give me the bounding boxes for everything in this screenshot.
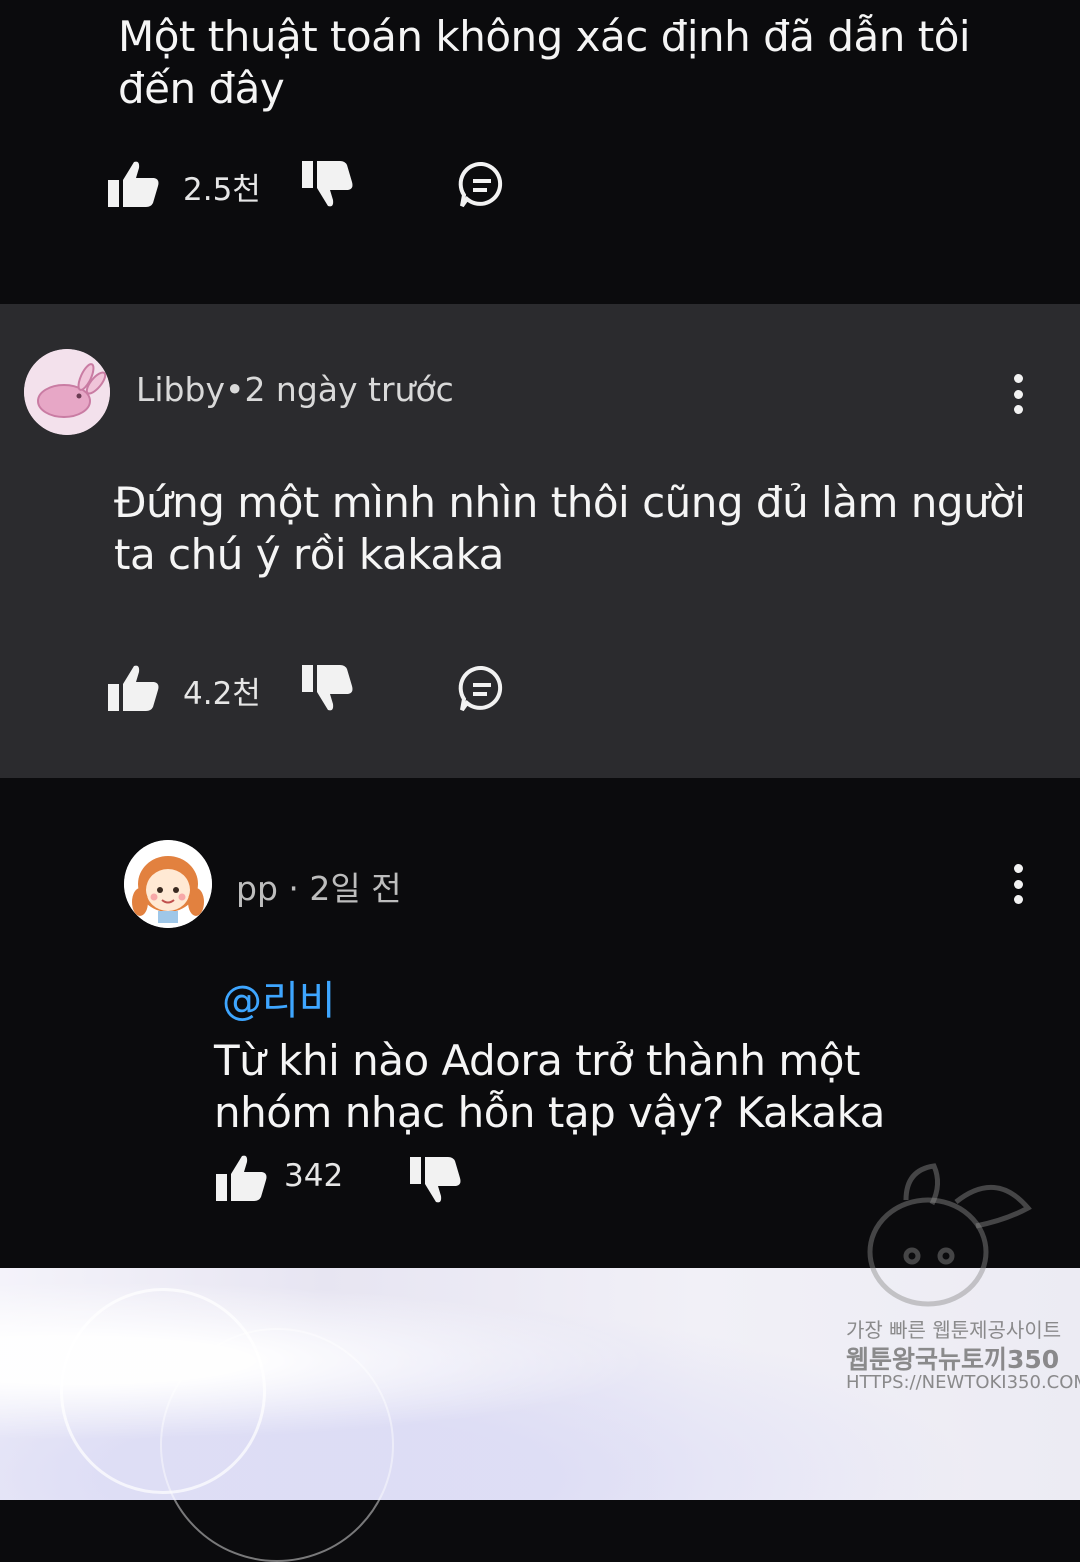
dislike-button[interactable] [410,1156,462,1208]
like-button[interactable] [216,1154,268,1206]
comment-2-text-line-1: Đứng một mình nhìn thôi cũng đủ làm ngườ… [114,478,1026,527]
comment-1: Một thuật toán không xác định đã dẫn tôi… [0,0,1080,304]
like-count: 2.5천 [183,172,261,208]
girl-avatar-icon [124,840,212,928]
like-button[interactable] [108,160,160,212]
like-count: 4.2천 [183,676,261,712]
dislike-button[interactable] [302,160,354,212]
comment-3-text-line-1: Từ khi nào Adora trở thành một [214,1036,860,1085]
thumbs-down-icon [302,665,353,711]
thumbs-up-icon [108,665,159,711]
thumbs-down-icon [410,1157,461,1203]
comment-icon [458,665,503,712]
like-button[interactable] [108,664,160,716]
comment-2-text-line-2: ta chú ý rồi kakaka [114,530,504,579]
comment-3-text-line-2: nhóm nhạc hỗn tạp vậy? Kakaka [214,1088,885,1137]
mention-link[interactable]: @리비 [222,968,336,1026]
avatar[interactable] [124,840,212,928]
reply-button[interactable] [457,664,507,718]
like-count: 342 [284,1158,344,1194]
bunny-avatar-icon [24,349,110,435]
avatar[interactable] [24,349,110,435]
thumbs-up-icon [108,161,159,207]
comment-1-text-line-1: Một thuật toán không xác định đã dẫn tôi [118,12,971,61]
thumbs-down-icon [302,161,353,207]
thumbs-up-icon [216,1155,267,1201]
watermark: 가장 빠른 웹툰제공사이트 웹툰왕국뉴토끼350 HTTPS://NEWTOKI… [846,1160,1080,1400]
more-vertical-icon[interactable] [1012,864,1024,904]
dislike-button[interactable] [302,664,354,716]
comment-meta: Libby•2 ngày trước [136,370,454,409]
watermark-line-1: 가장 빠른 웹툰제공사이트 [846,1318,1062,1342]
watermark-line-3: HTTPS://NEWTOKI350.COM [846,1372,1080,1393]
watermark-line-2: 웹툰왕국뉴토끼350 [846,1345,1060,1374]
comment-1-text-line-2: đến đây [118,64,285,113]
comment-meta: pp · 2일 전 [236,869,402,908]
reply-button[interactable] [457,160,507,214]
watermark-mascot-icon [867,1163,1032,1307]
comment-2-highlighted: Libby•2 ngày trước Đứng một mình nhìn th… [0,304,1080,778]
comment-icon [458,161,503,208]
more-vertical-icon[interactable] [1012,374,1024,414]
